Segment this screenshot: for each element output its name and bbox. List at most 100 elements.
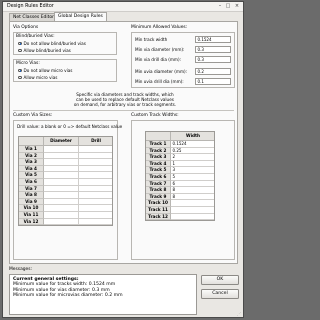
via-row-label: Via 4 bbox=[19, 165, 44, 173]
via-diameter-cell[interactable] bbox=[44, 146, 79, 153]
track-row-label: Track 1 bbox=[146, 141, 171, 148]
via-row-label: Via 10 bbox=[19, 205, 44, 212]
via-drill-cell[interactable] bbox=[79, 153, 112, 160]
via-row-label: Via 8 bbox=[19, 192, 44, 199]
track-row-label: Track 2 bbox=[146, 147, 171, 155]
via-diameter-cell[interactable] bbox=[44, 212, 79, 219]
via-drill-cell[interactable] bbox=[79, 219, 112, 225]
track-width-cell[interactable]: 6 bbox=[171, 181, 214, 188]
via-row-label: Via 5 bbox=[19, 172, 44, 179]
grid-corner bbox=[146, 132, 171, 141]
track-width-cell[interactable] bbox=[171, 207, 214, 214]
track-width-cell[interactable]: 0.1524 bbox=[171, 141, 214, 148]
track-width-cell[interactable]: 5 bbox=[171, 174, 214, 181]
column-header-width: Width bbox=[171, 132, 214, 141]
via-drill-cell[interactable] bbox=[79, 172, 112, 179]
tab-net-classes-editor[interactable]: Net Classes Editor bbox=[9, 13, 59, 21]
min-via-drill-label: Min via drill dia (mm): bbox=[135, 57, 182, 62]
track-row-label: Track 9 bbox=[146, 193, 171, 201]
min-uvia-drill-input[interactable]: 0.1 bbox=[195, 78, 231, 85]
ok-button[interactable]: OK bbox=[201, 275, 239, 285]
via-row-label: Via 2 bbox=[19, 152, 44, 160]
track-row-label: Track 3 bbox=[146, 154, 171, 161]
via-drill-cell[interactable] bbox=[79, 159, 112, 166]
radio-selected-icon bbox=[18, 41, 22, 46]
track-row-label: Track 7 bbox=[146, 180, 171, 188]
column-header-diameter: Diameter bbox=[44, 137, 79, 146]
via-drill-cell[interactable] bbox=[79, 205, 112, 212]
min-values-title: Minimum Allowed Values: bbox=[131, 25, 188, 30]
radio-unselected-icon bbox=[18, 48, 22, 53]
resize-grip-icon[interactable]: ⋰ bbox=[237, 311, 242, 316]
via-diameter-cell[interactable] bbox=[44, 192, 79, 199]
drill-hint-text: Drill value: a blank or 0 => default Net… bbox=[17, 124, 123, 129]
radio-selected-icon bbox=[18, 68, 22, 73]
via-diameter-cell[interactable] bbox=[44, 205, 79, 212]
min-uvia-drill-label: Min uvia drill dia (mm): bbox=[135, 79, 184, 84]
track-row-label: Track 6 bbox=[146, 174, 171, 181]
min-uvia-diameter-input[interactable]: 0.2 bbox=[195, 68, 231, 75]
via-drill-cell[interactable] bbox=[79, 186, 112, 193]
track-row-label: Track 5 bbox=[146, 167, 171, 174]
via-drill-cell[interactable] bbox=[79, 199, 112, 206]
via-diameter-cell[interactable] bbox=[44, 198, 79, 206]
min-uvia-diameter-label: Min uvia diameter (mm): bbox=[135, 69, 188, 74]
min-track-width-input[interactable]: 0.1524 bbox=[195, 36, 231, 43]
via-drill-cell[interactable] bbox=[79, 212, 112, 219]
global-design-rules-panel: Via Options Blind/buried Vias: Do not al… bbox=[9, 21, 238, 264]
via-diameter-cell[interactable] bbox=[44, 179, 79, 186]
via-diameter-cell[interactable] bbox=[44, 218, 79, 225]
custom-via-sizes-title: Custom Via Sizes: bbox=[13, 113, 53, 118]
track-width-cell[interactable]: 8 bbox=[171, 187, 214, 194]
tab-global-design-rules[interactable]: Global Design Rules bbox=[54, 12, 107, 21]
window-title: Design Rules Editor bbox=[7, 3, 54, 9]
radio-no-blind-vias[interactable]: Do not allow blind/buried vias bbox=[18, 41, 86, 46]
radio-unselected-icon bbox=[18, 75, 22, 80]
radio-allow-blind-vias[interactable]: Allow blind/buried vias bbox=[18, 48, 71, 53]
min-via-drill-input[interactable]: 0.3 bbox=[195, 56, 231, 63]
grid-corner bbox=[19, 137, 44, 146]
blind-vias-title: Blind/buried Vias: bbox=[16, 34, 55, 39]
custom-track-widths-group: Width Track 1 0.1524 Track 2 0.25 Track 3 2 Tr… bbox=[131, 120, 235, 260]
via-diameter-cell[interactable] bbox=[44, 152, 79, 160]
custom-via-sizes-group: Drill value: a blank or 0 => default Net… bbox=[13, 120, 122, 260]
via-drill-cell[interactable] bbox=[79, 146, 112, 153]
min-track-width-label: Min track width bbox=[135, 37, 168, 42]
message-line: Minimum value for microvias diameter: 0.… bbox=[13, 293, 123, 299]
info-text: Specific via diameters and track widths,… bbox=[73, 92, 177, 107]
title-bar: Design Rules Editor – □ × bbox=[3, 2, 243, 12]
track-width-cell[interactable]: 0.25 bbox=[171, 148, 214, 155]
via-row-label: Via 6 bbox=[19, 179, 44, 186]
radio-no-micro-vias[interactable]: Do not allow micro vias bbox=[18, 68, 72, 73]
via-diameter-cell[interactable] bbox=[44, 165, 79, 173]
min-via-diameter-input[interactable]: 0.3 bbox=[195, 46, 231, 53]
track-width-cell[interactable]: 2 bbox=[171, 154, 214, 161]
cancel-button[interactable]: Cancel bbox=[201, 289, 239, 299]
via-row-label: Via 9 bbox=[19, 198, 44, 206]
radio-allow-micro-vias[interactable]: Allow micro vias bbox=[18, 75, 57, 80]
close-icon[interactable]: × bbox=[233, 3, 241, 10]
via-drill-cell[interactable] bbox=[79, 192, 112, 199]
via-drill-cell[interactable] bbox=[79, 179, 112, 186]
track-row-label: Track 10 bbox=[146, 200, 171, 207]
via-row-label: Via 11 bbox=[19, 212, 44, 219]
maximize-icon[interactable]: □ bbox=[224, 3, 232, 10]
via-diameter-cell[interactable] bbox=[44, 159, 79, 166]
track-width-cell[interactable]: 1 bbox=[171, 161, 214, 168]
track-width-cell[interactable]: 8 bbox=[171, 194, 214, 201]
separator bbox=[13, 110, 234, 111]
track-width-cell[interactable]: 3 bbox=[171, 167, 214, 174]
track-row-label: Track 12 bbox=[146, 213, 171, 220]
track-width-cell[interactable] bbox=[171, 214, 214, 220]
minimize-icon[interactable]: – bbox=[216, 3, 224, 10]
via-diameter-cell[interactable] bbox=[44, 185, 79, 193]
track-width-cell[interactable] bbox=[171, 200, 214, 207]
messages-box: Current general settings: Minimum value … bbox=[9, 274, 197, 315]
column-header-drill: Drill bbox=[79, 137, 112, 146]
via-row-label: Via 7 bbox=[19, 185, 44, 193]
via-drill-cell[interactable] bbox=[79, 166, 112, 173]
via-options-title: Via Options bbox=[13, 25, 39, 30]
custom-track-widths-title: Custom Track Widths: bbox=[131, 113, 179, 118]
via-diameter-cell[interactable] bbox=[44, 172, 79, 179]
blind-vias-group: Blind/buried Vias: Do not allow blind/bu… bbox=[13, 32, 117, 55]
